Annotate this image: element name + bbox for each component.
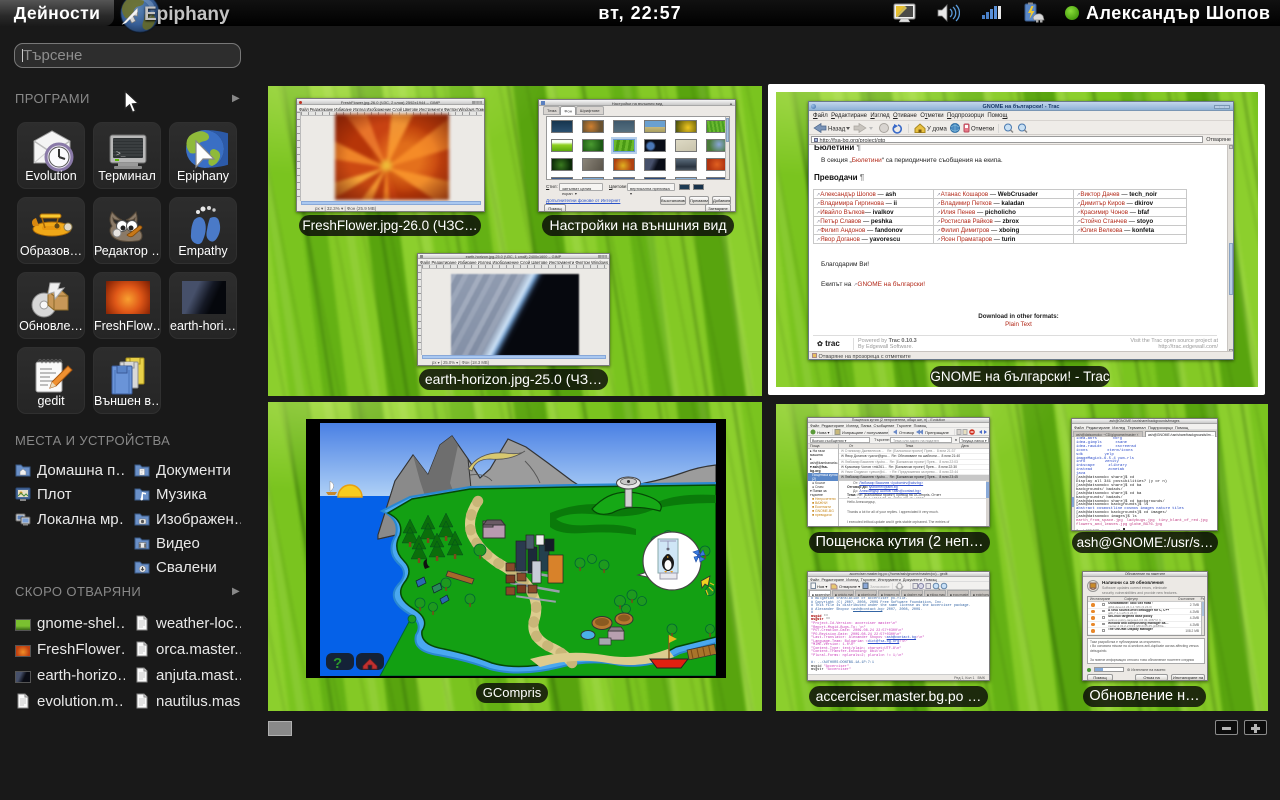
svg-text:Отметки: Отметки	[971, 127, 994, 133]
svg-text:Препращане: Препращане	[925, 430, 950, 435]
svg-text:Назад: Назад	[828, 127, 846, 133]
svg-text:Изпращане / получаване: Изпращане / получаване	[842, 430, 889, 435]
svg-text:Нов ▾: Нов ▾	[817, 584, 827, 589]
svg-text:>_: >_	[116, 150, 126, 159]
svg-text:Отговор: Отговор	[899, 430, 915, 435]
svg-text:У дома: У дома	[927, 127, 947, 133]
svg-text:Нова ▾: Нова ▾	[817, 430, 830, 435]
svg-text:?: ?	[333, 655, 342, 672]
svg-text:Отваряне ▾: Отваряне ▾	[839, 584, 860, 589]
svg-text:Запазване: Запазване	[870, 584, 890, 589]
